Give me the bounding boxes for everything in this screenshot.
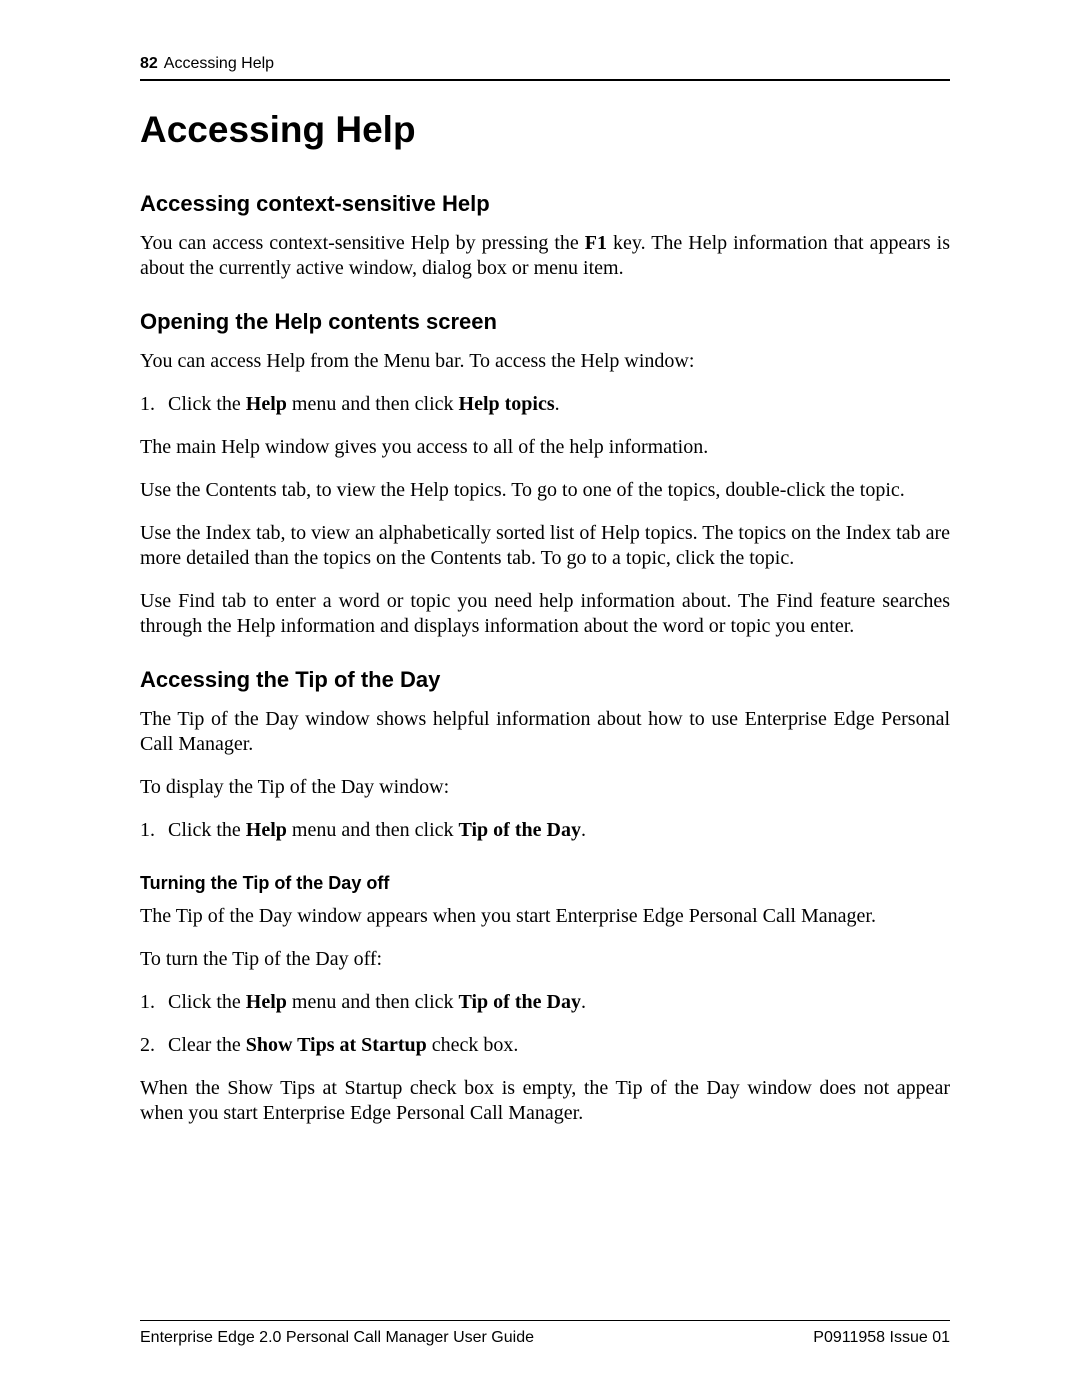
text-run: Use Find tab to enter a word or topic yo… (140, 590, 950, 637)
paragraph: You can access context-sensitive Help by… (140, 231, 950, 281)
text-run: F1 (585, 232, 607, 254)
text-run: menu and then click (287, 393, 459, 415)
list-number: 2. (140, 1033, 168, 1058)
text-run: Help topics (459, 393, 555, 415)
section-heading: Opening the Help contents screen (140, 309, 950, 335)
section-heading: Accessing context-sensitive Help (140, 191, 950, 217)
page-number: 82 (140, 55, 158, 73)
paragraph: The Tip of the Day window appears when y… (140, 904, 950, 929)
page-title: Accessing Help (140, 109, 950, 151)
text-run: Click the (168, 991, 246, 1013)
list-text: Click the Help menu and then click Tip o… (168, 990, 586, 1015)
text-run: menu and then click (287, 991, 459, 1013)
list-number: 1. (140, 392, 168, 417)
footer-left: Enterprise Edge 2.0 Personal Call Manage… (140, 1329, 534, 1347)
paragraph: The main Help window gives you access to… (140, 435, 950, 460)
paragraph: Use Find tab to enter a word or topic yo… (140, 589, 950, 639)
text-run: Tip of the Day (459, 819, 581, 841)
page-footer: Enterprise Edge 2.0 Personal Call Manage… (140, 1320, 950, 1347)
text-run: You can access Help from the Menu bar. T… (140, 350, 694, 372)
section-heading: Accessing the Tip of the Day (140, 667, 950, 693)
text-run: . (581, 819, 586, 841)
text-run: The Tip of the Day window appears when y… (140, 905, 876, 927)
numbered-list-item: 1.Click the Help menu and then click Tip… (140, 818, 950, 843)
subsection-heading: Turning the Tip of the Day off (140, 873, 950, 894)
text-run: You can access context-sensitive Help by… (140, 232, 585, 254)
text-run: To display the Tip of the Day window: (140, 776, 449, 798)
paragraph: The Tip of the Day window shows helpful … (140, 707, 950, 757)
text-run: Tip of the Day (459, 991, 581, 1013)
page-header: 82 Accessing Help (140, 55, 950, 81)
text-run: Help (246, 393, 287, 415)
paragraph: When the Show Tips at Startup check box … (140, 1076, 950, 1126)
text-run: Click the (168, 819, 246, 841)
paragraph: Use the Index tab, to view an alphabetic… (140, 521, 950, 571)
text-run: The Tip of the Day window shows helpful … (140, 708, 950, 755)
document-page: 82 Accessing Help Accessing Help Accessi… (0, 0, 1080, 1397)
text-run: . (555, 393, 560, 415)
numbered-list-item: 1.Click the Help menu and then click Hel… (140, 392, 950, 417)
list-text: Click the Help menu and then click Tip o… (168, 818, 586, 843)
paragraph: To turn the Tip of the Day off: (140, 947, 950, 972)
text-run: check box. (427, 1034, 519, 1056)
text-run: Help (246, 819, 287, 841)
paragraph: You can access Help from the Menu bar. T… (140, 349, 950, 374)
paragraph: Use the Contents tab, to view the Help t… (140, 478, 950, 503)
sections-container: Accessing context-sensitive Help You can … (140, 191, 950, 1126)
text-run: . (581, 991, 586, 1013)
list-text: Click the Help menu and then click Help … (168, 392, 560, 417)
text-run: Show Tips at Startup (246, 1034, 427, 1056)
text-run: Click the (168, 393, 246, 415)
text-run: The main Help window gives you access to… (140, 436, 708, 458)
text-run: Use the Contents tab, to view the Help t… (140, 479, 905, 501)
text-run: Help (246, 991, 287, 1013)
numbered-list-item: 1.Click the Help menu and then click Tip… (140, 990, 950, 1015)
list-number: 1. (140, 818, 168, 843)
numbered-list-item: 2.Clear the Show Tips at Startup check b… (140, 1033, 950, 1058)
text-run: Use the Index tab, to view an alphabetic… (140, 522, 950, 569)
text-run: Clear the (168, 1034, 246, 1056)
running-title: Accessing Help (164, 55, 274, 73)
text-run: To turn the Tip of the Day off: (140, 948, 382, 970)
list-text: Clear the Show Tips at Startup check box… (168, 1033, 518, 1058)
list-number: 1. (140, 990, 168, 1015)
paragraph: To display the Tip of the Day window: (140, 775, 950, 800)
text-run: When the Show Tips at Startup check box … (140, 1077, 950, 1124)
footer-right: P0911958 Issue 01 (813, 1329, 950, 1347)
text-run: menu and then click (287, 819, 459, 841)
